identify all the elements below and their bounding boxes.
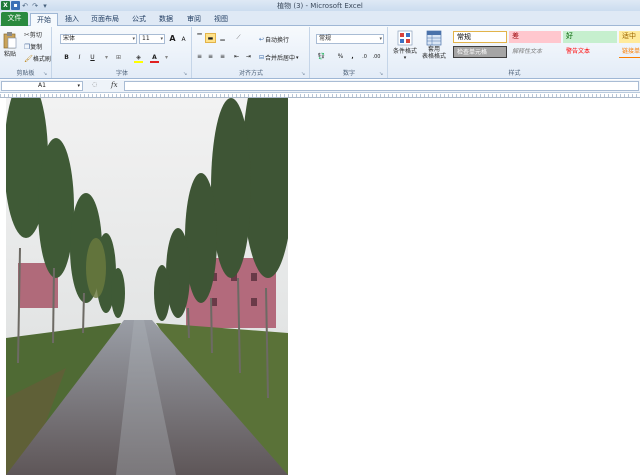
wrap-text-button[interactable]: ↩ 自动换行 xyxy=(259,35,289,44)
chevron-down-icon: ▾ xyxy=(379,36,382,42)
ribbon-tabs: 文件 开始 插入 页面布局 公式 数据 审阅 视图 xyxy=(0,11,640,27)
bold-button[interactable]: B xyxy=(61,53,72,63)
styles-group: 条件格式 ▾ 套用 表格格式 常规 差 好 适中 检查单元格 解释性文本 警告文… xyxy=(389,27,640,78)
merge-center-button[interactable]: ⊟ 合并后居中 ▾ xyxy=(259,53,299,62)
merge-icon: ⊟ xyxy=(259,54,265,61)
wrap-text-icon: ↩ xyxy=(259,36,265,43)
font-size-combo[interactable]: 11 ▾ xyxy=(139,34,165,44)
clipboard-launcher-icon[interactable]: ↘ xyxy=(43,71,49,77)
align-left-icon[interactable]: ≡ xyxy=(194,52,205,62)
font-launcher-icon[interactable]: ↘ xyxy=(183,71,189,77)
tab-insert[interactable]: 插入 xyxy=(60,13,84,26)
worksheet[interactable] xyxy=(0,94,640,475)
chevron-down-icon: ▾ xyxy=(296,54,299,61)
font-color-icon: A xyxy=(152,54,157,61)
formula-bar: A1 ▾ ◌ fx xyxy=(0,80,640,93)
photo-graphic xyxy=(6,98,288,475)
borders-icon[interactable]: ⊞ xyxy=(113,53,124,63)
format-as-table-button[interactable]: 套用 表格格式 xyxy=(419,30,449,60)
underline-dropdown-icon[interactable]: ▾ xyxy=(101,53,112,63)
formula-input[interactable] xyxy=(124,81,639,91)
tab-file[interactable]: 文件 xyxy=(1,12,28,26)
font-color-dropdown-icon[interactable]: ▾ xyxy=(161,53,172,63)
tab-formulas[interactable]: 公式 xyxy=(127,13,151,26)
chevron-down-icon: ▾ xyxy=(403,55,407,61)
name-box[interactable]: A1 ▾ xyxy=(1,81,83,91)
format-painter-button[interactable]: 🖌 格式刷 xyxy=(24,54,51,64)
paste-icon xyxy=(3,32,17,49)
fx-icon[interactable]: fx xyxy=(111,81,118,89)
style-explanatory[interactable]: 解释性文本 xyxy=(509,46,561,58)
format-as-table-icon xyxy=(426,30,442,46)
undo-icon[interactable]: ↶ xyxy=(20,1,30,10)
font-group-label: 字体 xyxy=(115,70,128,77)
style-check-cell[interactable]: 检查单元格 xyxy=(453,46,507,58)
currency-icon[interactable]: 💱 xyxy=(316,52,327,62)
decrease-decimal-icon[interactable]: .00 xyxy=(371,52,382,62)
style-bad[interactable]: 差 xyxy=(509,31,561,43)
tab-data[interactable]: 数据 xyxy=(154,13,178,26)
style-warning[interactable]: 警告文本 xyxy=(563,46,617,58)
cut-button[interactable]: ✂ 剪切 xyxy=(24,30,42,40)
underline-button[interactable]: U xyxy=(87,53,98,63)
brush-icon: 🖌 xyxy=(24,54,33,63)
shrink-font-button[interactable]: A xyxy=(178,35,189,45)
save-icon[interactable]: ▪ xyxy=(11,1,20,10)
styles-group-label: 样式 xyxy=(508,70,521,77)
percent-button[interactable]: % xyxy=(335,52,346,62)
number-group-label: 数字 xyxy=(342,70,355,77)
number-group: 常规 ▾ 💱 % , .0 .00 数字 ↘ xyxy=(311,27,388,78)
copy-button[interactable]: ❐ 复制 xyxy=(24,42,42,52)
excel-icon[interactable]: X xyxy=(1,1,10,10)
font-name-combo[interactable]: 宋体 ▾ xyxy=(60,34,137,44)
alignment-launcher-icon[interactable]: ↘ xyxy=(301,71,307,77)
align-center-icon[interactable]: ≡ xyxy=(205,52,216,62)
style-good[interactable]: 好 xyxy=(563,31,617,43)
tab-review[interactable]: 审阅 xyxy=(182,13,206,26)
conditional-format-button[interactable]: 条件格式 ▾ xyxy=(391,30,419,61)
style-normal[interactable]: 常规 xyxy=(453,31,507,43)
orientation-icon[interactable]: ⟋ xyxy=(233,33,244,43)
alignment-group-label: 对齐方式 xyxy=(238,70,263,77)
font-group: 宋体 ▾ 11 ▾ A A B I U ▾ ⊞ ◈ A ▾ 字体 ↘ xyxy=(53,27,192,78)
conditional-format-icon xyxy=(397,30,413,46)
tab-home[interactable]: 开始 xyxy=(30,13,58,27)
redo-icon[interactable]: ↷ xyxy=(30,1,40,10)
paste-button[interactable]: 粘贴 xyxy=(3,31,17,58)
ribbon: 粘贴 ✂ 剪切 ❐ 复制 🖌 格式刷 剪贴板 ↘ 宋体 ▾ 11 ▾ A A B I U … xyxy=(0,26,640,79)
window-title: 植物 (3) - Microsoft Excel xyxy=(277,2,363,10)
align-middle-icon[interactable]: ▬ xyxy=(205,33,216,43)
clipboard-group: 粘贴 ✂ 剪切 ❐ 复制 🖌 格式刷 剪贴板 ↘ xyxy=(0,27,52,78)
fill-color-button[interactable]: ◈ xyxy=(133,53,144,63)
align-top-icon[interactable]: ▔ xyxy=(194,33,205,43)
decrease-indent-icon[interactable]: ⇤ xyxy=(231,52,242,62)
number-launcher-icon[interactable]: ↘ xyxy=(379,71,385,77)
formula-collapse-icon[interactable]: ◌ xyxy=(92,81,97,88)
italic-button[interactable]: I xyxy=(74,53,85,63)
style-neutral[interactable]: 适中 xyxy=(619,31,640,43)
increase-indent-icon[interactable]: ⇥ xyxy=(243,52,254,62)
chevron-down-icon: ▾ xyxy=(132,36,135,42)
tab-page-layout[interactable]: 页面布局 xyxy=(88,13,122,26)
tab-view[interactable]: 视图 xyxy=(209,13,233,26)
chevron-down-icon: ▾ xyxy=(160,36,163,42)
increase-decimal-icon[interactable]: .0 xyxy=(359,52,370,62)
font-color-button[interactable]: A xyxy=(149,53,160,63)
customize-icon[interactable]: ▾ xyxy=(40,1,50,10)
alignment-group: ▔ ▬ ▁ ⟋ ↩ 自动换行 ≡ ≡ ≡ ⇤ ⇥ ⊟ 合并后居中 ▾ 对齐方式 ↘ xyxy=(193,27,310,78)
align-right-icon[interactable]: ≡ xyxy=(217,52,228,62)
title-bar: X ▪ ↶ ↷ ▾ 植物 (3) - Microsoft Excel xyxy=(0,0,640,11)
number-format-combo[interactable]: 常规 ▾ xyxy=(316,34,384,44)
style-linked-cell[interactable]: 链接单 xyxy=(619,46,640,58)
tree-lined-road-photo[interactable] xyxy=(6,98,288,475)
chevron-down-icon: ▾ xyxy=(77,83,80,89)
paint-bucket-icon: ◈ xyxy=(136,54,141,61)
align-bottom-icon[interactable]: ▁ xyxy=(217,33,228,43)
grow-font-button[interactable]: A xyxy=(167,34,178,44)
comma-button[interactable]: , xyxy=(347,52,358,62)
